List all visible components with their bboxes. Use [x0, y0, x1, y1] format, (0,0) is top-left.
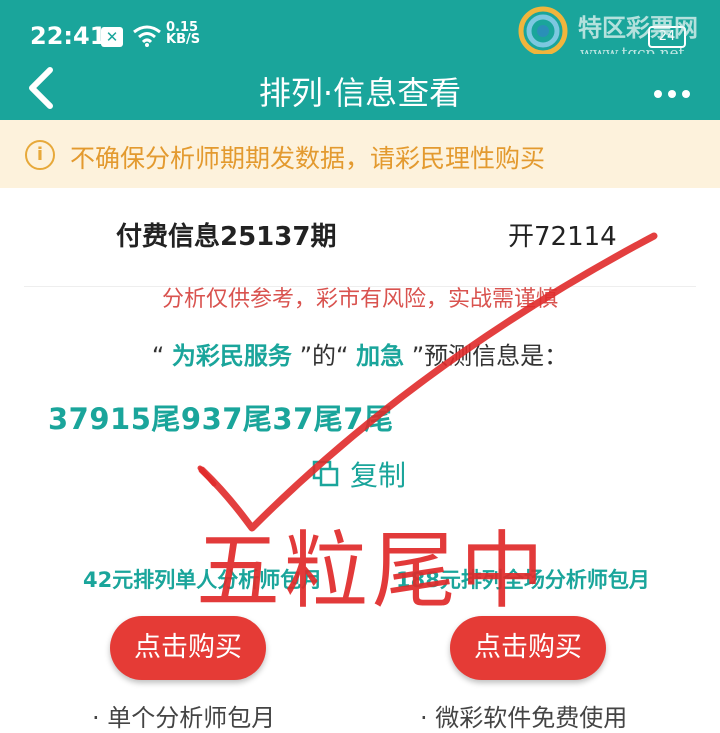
status-time: 22:41	[30, 22, 107, 50]
plan-note-text: 微彩软件免费使用	[435, 704, 628, 732]
draw-result: 开72114	[508, 222, 617, 252]
plan-note-single: · 单个分析师包月	[92, 698, 275, 733]
prediction-numbers: 37915尾937尾37尾7尾	[48, 402, 394, 436]
buy-button-single[interactable]: 点击购买	[110, 616, 266, 680]
prediction-type: 加急	[356, 342, 405, 370]
prediction-line: “ 为彩民服务 ”的“ 加急 ”预测信息是：	[0, 336, 720, 371]
notice-banner: i 不确保分析师期期发数据，请彩民理性购买	[0, 120, 720, 188]
info-title: 付费信息25137期	[116, 222, 337, 252]
risk-warning: 分析仅供参考，彩市有风险，实战需谨慎	[161, 287, 558, 312]
info-circle-icon: i	[25, 140, 55, 170]
watermark-logo-icon	[518, 6, 568, 56]
quote-open: “	[151, 342, 165, 370]
net-speed: 0.15 KB/S	[166, 21, 201, 47]
copy-label: 复制	[350, 459, 407, 492]
quote-connector: ”的“	[299, 342, 349, 370]
more-dots-icon[interactable]	[654, 83, 696, 102]
nav-bar: 排列·信息查看	[0, 54, 720, 120]
stamp-annotation: 五粒尾中	[196, 522, 549, 620]
plan-note-all: · 微彩软件免费使用	[420, 698, 627, 733]
notification-badge-icon: ✕	[101, 27, 123, 47]
bullet-icon: ·	[420, 704, 428, 732]
buy-button-all[interactable]: 点击购买	[450, 616, 606, 680]
copy-icon	[312, 460, 339, 487]
wifi-icon	[133, 25, 161, 47]
net-speed-unit: KB/S	[166, 32, 201, 47]
author-name[interactable]: 为彩民服务	[172, 342, 292, 370]
plan-note-text: 单个分析师包月	[107, 704, 276, 732]
quote-tail: ”预测信息是：	[411, 342, 569, 370]
bullet-icon: ·	[92, 704, 100, 732]
watermark-site-name: 特区彩票网	[578, 14, 698, 42]
notice-text: 不确保分析师期期发数据，请彩民理性购买	[70, 144, 546, 173]
page-title: 排列·信息查看	[258, 74, 462, 112]
